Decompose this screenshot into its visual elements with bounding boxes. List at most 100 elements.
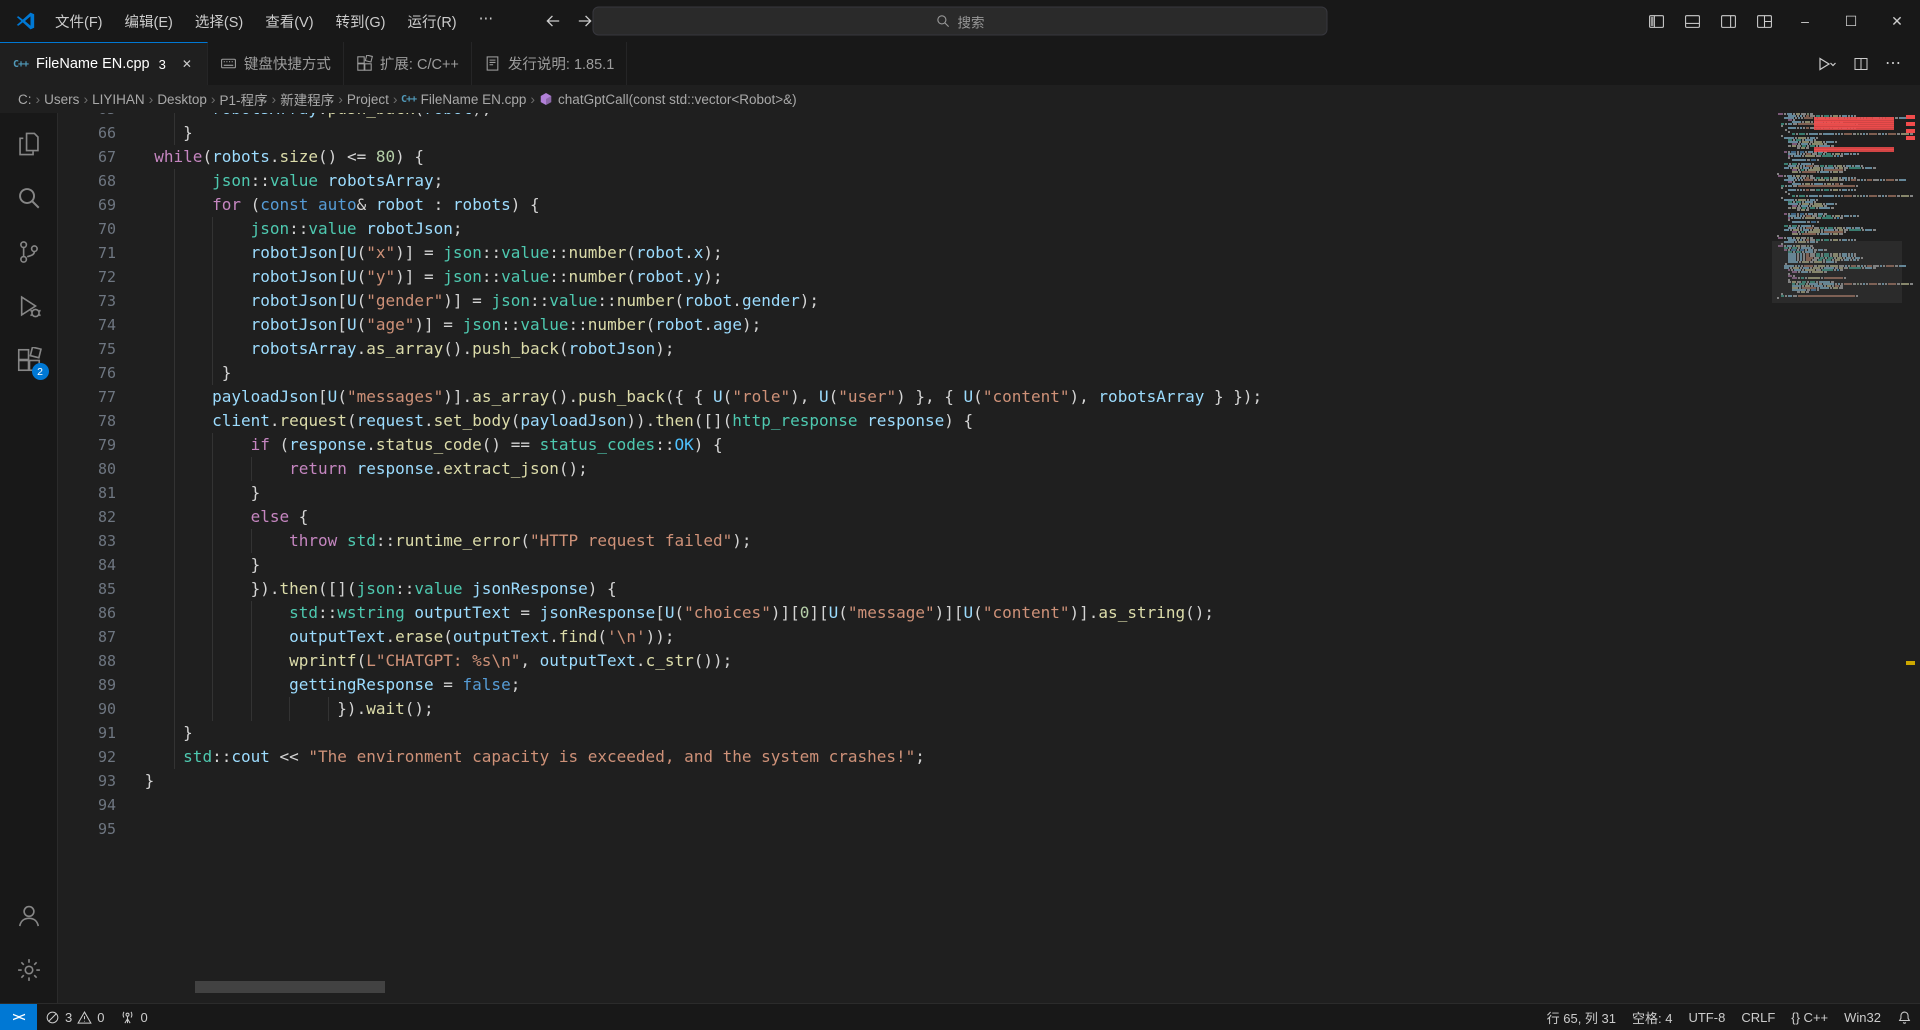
line-number[interactable]: 77 (58, 385, 116, 409)
activity-bar-item-source-control[interactable] (0, 225, 58, 279)
code-line-content[interactable]: while(robots.size() <= 80) { (135, 145, 1760, 169)
breadcrumb-item[interactable]: Project (347, 92, 389, 107)
line-number[interactable]: 68 (58, 169, 116, 193)
code-line-content[interactable]: throw std::runtime_error("HTTP request f… (135, 529, 1760, 553)
status-encoding[interactable]: UTF-8 (1680, 1004, 1733, 1030)
menu-more[interactable]: ⋯ (468, 6, 505, 37)
line-number[interactable]: 72 (58, 265, 116, 289)
line-number[interactable]: 87 (58, 625, 116, 649)
code-line-content[interactable]: std::cout << "The environment capacity i… (135, 745, 1760, 769)
minimap[interactable] (1772, 113, 1913, 1003)
activity-bar-item-extensions[interactable]: 2 (0, 333, 58, 387)
line-number[interactable]: 93 (58, 769, 116, 793)
line-number[interactable]: 90 (58, 697, 116, 721)
code-line-content[interactable]: client.request(request.set_body(payloadJ… (135, 409, 1760, 433)
menu-selection[interactable]: 选择(S) (184, 6, 254, 37)
breadcrumb-item[interactable]: C++ FileName EN.cpp (401, 92, 526, 107)
activity-bar-item-run-and-debug[interactable] (0, 279, 58, 333)
code-line-content[interactable]: gettingResponse = false; (135, 673, 1760, 697)
menu-edit[interactable]: 编辑(E) (114, 6, 184, 37)
breadcrumb-item[interactable]: 新建程序 (280, 89, 334, 109)
line-number[interactable]: 73 (58, 289, 116, 313)
line-number[interactable]: 88 (58, 649, 116, 673)
customize-layout-icon[interactable] (1746, 0, 1782, 42)
split-editor-button[interactable] (1848, 52, 1874, 76)
breadcrumb-item[interactable]: chatGptCall(const std::vector<Robot>&) (539, 92, 797, 107)
status-eol[interactable]: CRLF (1733, 1004, 1783, 1030)
activity-bar-item-explorer[interactable] (0, 117, 58, 171)
line-number[interactable]: 69 (58, 193, 116, 217)
horizontal-scrollbar[interactable] (135, 980, 1760, 994)
code-line-content[interactable]: else { (135, 505, 1760, 529)
breadcrumb-item[interactable]: LIYIHAN (92, 92, 145, 107)
code-line-content[interactable]: if (response.status_code() == status_cod… (135, 433, 1760, 457)
activity-bar-item-settings[interactable] (0, 943, 58, 997)
navigate-forward-icon[interactable] (576, 12, 594, 30)
line-number[interactable]: 78 (58, 409, 116, 433)
close-button[interactable]: ✕ (1874, 0, 1920, 42)
line-number[interactable]: 86 (58, 601, 116, 625)
code-line-content[interactable]: robotJson[U("y")] = json::value::number(… (135, 265, 1760, 289)
code-line-content[interactable] (135, 817, 1760, 841)
maximize-button[interactable]: ☐ (1828, 0, 1874, 42)
status-language-mode[interactable]: {} C++ (1783, 1004, 1836, 1030)
line-number[interactable]: 89 (58, 673, 116, 697)
code-line-content[interactable]: robotJson[U("x")] = json::value::number(… (135, 241, 1760, 265)
line-number[interactable]: 83 (58, 529, 116, 553)
code-line-content[interactable]: } (135, 553, 1760, 577)
tab-release-notes[interactable]: 发行说明: 1.85.1 (471, 42, 628, 85)
toggle-panel-icon[interactable] (1674, 0, 1710, 42)
code-line-content[interactable]: }).wait(); (135, 697, 1760, 721)
breadcrumb-item[interactable]: Desktop (157, 92, 207, 107)
notifications-bell[interactable] (1889, 1004, 1920, 1030)
code-line-content[interactable]: } (135, 721, 1760, 745)
status-problems[interactable]: 3 0 (37, 1004, 112, 1030)
status-platform[interactable]: Win32 (1836, 1004, 1889, 1030)
activity-bar-item-search[interactable] (0, 171, 58, 225)
code-line-content[interactable]: } (135, 361, 1760, 385)
line-number[interactable]: 75 (58, 337, 116, 361)
command-center-search[interactable]: 搜索 (592, 6, 1328, 36)
code-line-content[interactable]: outputText.erase(outputText.find('\n')); (135, 625, 1760, 649)
tab-keyboard-shortcuts[interactable]: 键盘快捷方式 (207, 42, 344, 85)
code-line-content[interactable]: json::value robotJson; (135, 217, 1760, 241)
line-number[interactable]: 92 (58, 745, 116, 769)
line-number[interactable]: 95 (58, 817, 116, 841)
code-editor[interactable]: 65 robotsArray.push_back(robot);66 }67 w… (58, 113, 1920, 1003)
code-line-content[interactable]: } (135, 481, 1760, 505)
tab-filename-en-cpp[interactable]: C++ FileName EN.cpp 3 ✕ (0, 42, 208, 85)
overview-ruler[interactable] (1902, 113, 1920, 1003)
menu-goto[interactable]: 转到(G) (325, 6, 397, 37)
status-ports[interactable]: 0 (112, 1004, 155, 1030)
line-number[interactable]: 81 (58, 481, 116, 505)
code-line-content[interactable]: }).then([](json::value jsonResponse) { (135, 577, 1760, 601)
line-number[interactable]: 82 (58, 505, 116, 529)
close-tab-icon[interactable]: ✕ (179, 55, 195, 73)
code-line-content[interactable]: json::value robotsArray; (135, 169, 1760, 193)
line-number[interactable]: 70 (58, 217, 116, 241)
line-number[interactable]: 65 (58, 113, 116, 121)
run-file-button[interactable] (1812, 52, 1842, 76)
code-line-content[interactable]: payloadJson[U("messages")].as_array().pu… (135, 385, 1760, 409)
line-number[interactable]: 91 (58, 721, 116, 745)
line-number[interactable]: 85 (58, 577, 116, 601)
line-number[interactable]: 67 (58, 145, 116, 169)
code-line-content[interactable]: robotsArray.as_array().push_back(robotJs… (135, 337, 1760, 361)
minimize-button[interactable]: – (1782, 0, 1828, 42)
menu-file[interactable]: 文件(F) (44, 6, 114, 37)
menu-run[interactable]: 运行(R) (396, 6, 467, 37)
breadcrumb-item[interactable]: P1-程序 (220, 89, 268, 109)
minimap-slider[interactable] (1772, 241, 1902, 303)
code-line-content[interactable]: robotJson[U("age")] = json::value::numbe… (135, 313, 1760, 337)
line-number[interactable]: 76 (58, 361, 116, 385)
status-cursor-position[interactable]: 行 65, 列 31 (1539, 1004, 1624, 1030)
line-number[interactable]: 66 (58, 121, 116, 145)
activity-bar-item-accounts[interactable] (0, 889, 58, 943)
line-number[interactable]: 80 (58, 457, 116, 481)
remote-indicator[interactable]: >< (0, 1004, 37, 1030)
line-number[interactable]: 74 (58, 313, 116, 337)
line-number[interactable]: 94 (58, 793, 116, 817)
code-line-content[interactable]: } (135, 121, 1760, 145)
menu-view[interactable]: 查看(V) (254, 6, 324, 37)
code-line-content[interactable]: return response.extract_json(); (135, 457, 1760, 481)
